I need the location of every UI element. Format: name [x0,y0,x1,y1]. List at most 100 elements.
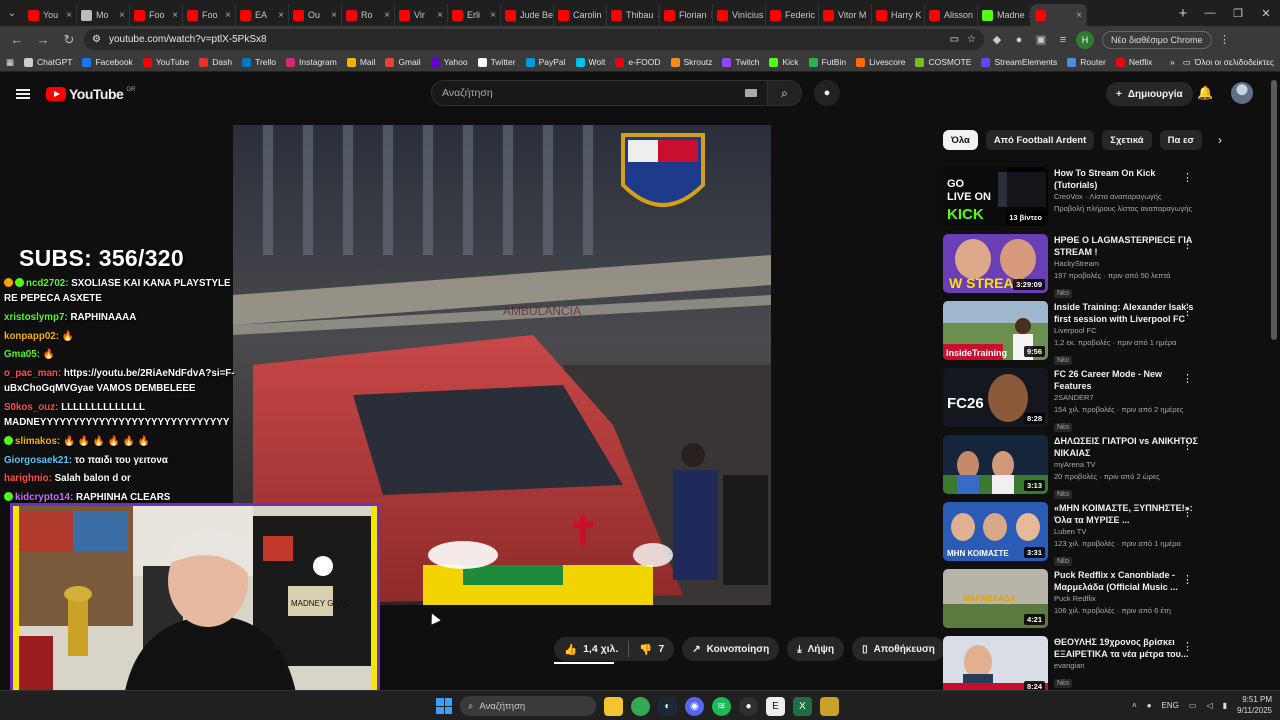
obs-icon[interactable]: ● [739,696,758,716]
channel-name[interactable]: Luben TV [1054,526,1199,538]
video-thumbnail[interactable]: FC26 8:28 [943,368,1048,427]
extension-icon[interactable]: ● [1010,31,1028,49]
video-title[interactable]: ΗΡΘΕ Ο LAGMASTERPIECE ΓΙΑ STREAM ! [1054,234,1199,258]
taskbar-search[interactable]: ⌕ Αναζήτηση [460,696,596,716]
tab-close-icon[interactable]: × [66,10,72,21]
channel-name[interactable]: CreoVox · Λίστα αναπαραγωγής [1054,191,1199,203]
filter-chip[interactable]: Σχετικά [1102,130,1152,150]
video-thumbnail[interactable]: W STREAM 3:29:09 [943,234,1048,293]
browser-tab[interactable]: Thibau× [607,4,660,26]
close-window-icon[interactable]: ✕ [1252,0,1280,26]
more-options-icon[interactable]: ⋮ [1182,372,1193,385]
recommendation-item[interactable]: 3:13 ΔΗΛΩΣΕΙΣ ΓΙΑΤΡΟΙ vs ΑΝΙΚΗΤΟΣ ΝΙΚΑΙΑΣ… [943,435,1203,502]
browser-tab[interactable]: × [1031,4,1087,26]
browser-tab[interactable]: Federic× [766,4,819,26]
discord-icon[interactable]: ◉ [685,696,704,716]
tab-close-icon[interactable]: × [119,10,125,21]
tab-close-icon[interactable]: × [225,10,231,21]
channel-name[interactable]: myArena TV [1054,459,1199,471]
like-button[interactable]: 👍 1,4 χιλ. [554,637,628,661]
tab-close-icon[interactable]: × [490,10,496,21]
download-button[interactable]: ⤓ Λήψη [787,637,845,661]
bookmark-item[interactable]: Wolt [575,57,605,67]
video-title[interactable]: ΘΕΟΥΛΗΣ 19χρονος βρίσκει ΕΞΑΙΡΕΤΙΚΑ τα ν… [1054,636,1199,660]
bookmark-item[interactable]: Twitch [722,57,759,67]
save-button[interactable]: ▯ Αποθήκευση [852,637,945,661]
search-button[interactable]: ⌕ [768,80,802,106]
browser-tab[interactable]: Vir × [395,4,448,26]
browser-tab[interactable]: Foo × [183,4,236,26]
video-title[interactable]: How To Stream On Kick (Tutorials) [1054,167,1199,191]
channel-name[interactable]: Puck Redflix [1054,593,1199,605]
filter-chip[interactable]: Από Football Ardent [985,130,1095,150]
excel-icon[interactable]: X [793,696,812,716]
browser-tab[interactable]: Harry K× [872,4,925,26]
network-icon[interactable]: ▭ [1189,701,1197,710]
page-scrollbar[interactable] [1271,80,1277,340]
bookmark-item[interactable]: Yahoo [430,57,468,67]
browser-tab[interactable]: Jude Be× [501,4,554,26]
minimize-icon[interactable]: — [1196,0,1224,26]
browser-tab[interactable]: Mo × [77,4,130,26]
profile-avatar-icon[interactable]: H [1076,30,1094,49]
channel-name[interactable]: 2SANDER7 [1054,392,1199,404]
recommendation-item[interactable]: FC26 8:28 FC 26 Career Mode - New Features… [943,368,1203,435]
chevron-right-icon[interactable]: › [1218,133,1222,147]
media-control-icon[interactable]: ≡ [1054,31,1072,49]
more-options-icon[interactable]: ⋮ [1182,171,1193,184]
bookmark-item[interactable]: Twitter [477,57,516,67]
search-input[interactable]: Αναζήτηση [431,80,768,106]
language-indicator[interactable]: ENG [1162,701,1179,710]
bookmark-item[interactable]: Mail [346,57,375,67]
bookmark-item[interactable]: Facebook [82,57,133,67]
browser-tab[interactable]: You × [24,4,77,26]
tab-close-icon[interactable]: × [331,10,337,21]
epic-games-icon[interactable]: E [766,696,785,716]
browser-tab[interactable]: Carolin× [554,4,607,26]
more-options-icon[interactable]: ⋮ [1182,573,1193,586]
browser-tab[interactable]: Vinícius× [713,4,766,26]
recommendation-item[interactable]: GO LIVE ON KICK 13 βίντεο How To Stream On K… [943,167,1203,234]
tab-close-icon[interactable]: × [172,10,178,21]
site-info-icon[interactable]: ⚙ [92,34,101,45]
all-bookmarks-folder[interactable]: ▭ Όλοι οι σελιδοδείκτες [1183,57,1274,68]
dislike-button[interactable]: 👎 7 [629,637,674,661]
video-title[interactable]: «ΜΗΝ ΚΟΙΜΑΣΤΕ, ΞΥΠΝΗΣΤΕ!»: Όλα τα ΜΥΡΙΣΕ… [1054,502,1199,526]
menu-kebab-icon[interactable]: ⋮ [1216,31,1234,49]
browser-tab[interactable]: EA × [236,4,289,26]
recommendation-item[interactable]: W STREAM 3:29:09 ΗΡΘΕ Ο LAGMASTERPIECE ΓΙΑ… [943,234,1203,301]
maximize-icon[interactable]: ❐ [1224,0,1252,26]
bookmark-item[interactable]: e-FOOD [615,57,661,67]
more-options-icon[interactable]: ⋮ [1182,506,1193,519]
notifications-bell-icon[interactable]: 🔔 [1197,85,1213,101]
reload-icon[interactable]: ↻ [58,29,80,51]
chrome-icon[interactable] [631,696,650,716]
account-avatar[interactable] [1231,82,1253,104]
tab-close-icon[interactable]: × [1076,10,1082,21]
tab-close-icon[interactable]: × [437,10,443,21]
filter-chip[interactable]: Πα εσ [1159,130,1203,150]
share-button[interactable]: ↗ Κοινοποίηση [682,637,780,661]
bookmark-item[interactable]: Router [1067,57,1106,67]
browser-tab[interactable]: Madne× [978,4,1031,26]
bookmark-item[interactable]: Netflix [1115,57,1152,67]
browser-tab[interactable]: Ou × [289,4,342,26]
chevron-right-icon[interactable]: » [1170,57,1175,67]
more-options-icon[interactable]: ⋮ [1182,439,1193,452]
browser-tab[interactable]: Florian× [660,4,713,26]
video-title[interactable]: Inside Training: Alexander Isak's first … [1054,301,1199,325]
bookmark-star-icon[interactable]: ☆ [967,34,976,45]
update-chrome-button[interactable]: Νέο διαθέσιμο Chrome [1102,30,1212,49]
file-explorer-icon[interactable] [604,696,623,716]
video-title[interactable]: ΔΗΛΩΣΕΙΣ ΓΙΑΤΡΟΙ vs ΑΝΙΚΗΤΟΣ ΝΙΚΑΙΑΣ [1054,435,1199,459]
video-thumbnail[interactable]: 3:13 [943,435,1048,494]
filter-chip[interactable]: Όλα [943,130,978,150]
browser-tab[interactable]: Vitor M× [819,4,872,26]
bookmark-item[interactable]: YouTube [142,57,189,67]
video-thumbnail[interactable]: InsideTraining 9:56 [943,301,1048,360]
recommendation-item[interactable]: InsideTraining 9:56 Inside Training: Alexa… [943,301,1203,368]
bookmark-item[interactable]: Gmail [385,57,421,67]
recommendation-item[interactable]: ΜΗΝ ΚΟΙΜΑΣΤΕ 3:31 «ΜΗΝ ΚΟΙΜΑΣΤΕ, ΞΥΠΝΗΣΤΕ!… [943,502,1203,569]
spotify-icon[interactable]: ≋ [712,696,731,716]
bookmark-item[interactable]: FutBin [808,57,846,67]
